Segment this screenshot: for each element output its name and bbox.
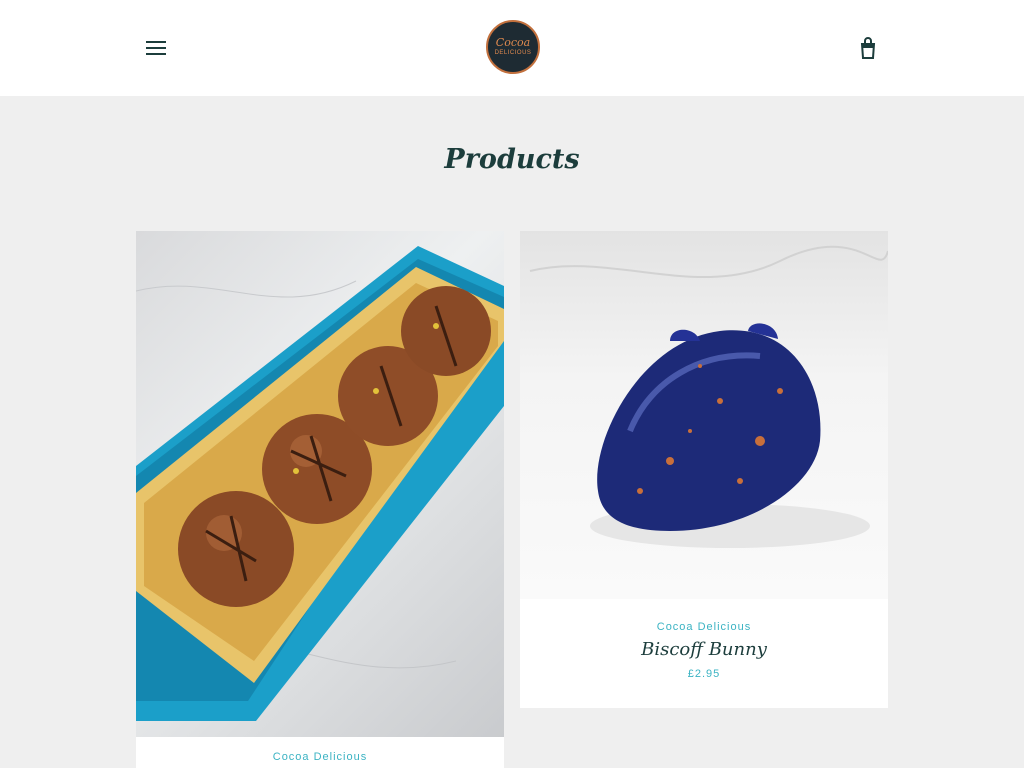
site-logo[interactable]: Cocoa DELICIOUS [486,20,540,74]
hamburger-menu-icon[interactable] [140,32,172,64]
menu-line [146,53,166,55]
product-vendor: Cocoa Delicious [272,751,368,763]
menu-line [146,41,166,43]
logo-subtext: DELICIOUS [494,50,532,56]
product-vendor: Cocoa Delicious [656,621,752,633]
product-info: Cocoa Delicious Biscoff Bunny £2.95 [520,621,888,680]
product-image[interactable] [136,231,504,737]
shopping-bag-icon[interactable] [852,32,884,64]
product-info: Cocoa Delicious [136,751,504,763]
product-price: £2.95 [687,668,721,680]
product-name[interactable]: Biscoff Bunny [520,639,888,660]
menu-line [146,47,166,49]
product-card[interactable]: Cocoa Delicious [136,231,504,768]
product-card[interactable]: Cocoa Delicious Biscoff Bunny £2.95 [520,231,888,708]
site-header: Cocoa DELICIOUS [0,0,1024,96]
page-title: Products [444,144,580,175]
logo-wordmark: Cocoa [495,36,531,49]
product-image[interactable] [520,231,888,599]
